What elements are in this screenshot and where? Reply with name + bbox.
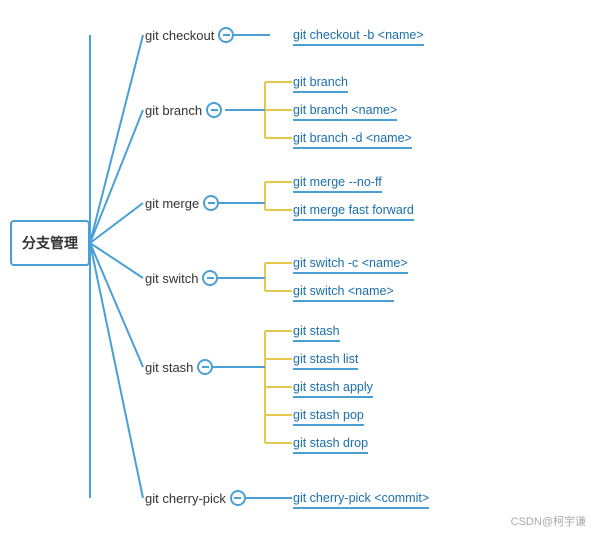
l1-cherry-label: git cherry-pick	[145, 491, 226, 506]
collapse-checkout[interactable]	[218, 27, 234, 43]
l2-stash-4: git stash pop	[293, 400, 364, 426]
l2-stash-2-label: git stash list	[293, 352, 358, 366]
l1-checkout-label: git checkout	[145, 28, 214, 43]
collapse-stash[interactable]	[197, 359, 213, 375]
l2-stash-5: git stash drop	[293, 428, 368, 454]
l2-stash-2: git stash list	[293, 344, 358, 370]
collapse-cherry[interactable]	[230, 490, 246, 506]
l1-cherry: git cherry-pick	[145, 483, 246, 513]
l2-switch-2-label: git switch <name>	[293, 284, 394, 298]
l2-branch-2: git branch <name>	[293, 95, 397, 121]
l2-branch-1: git branch	[293, 67, 348, 93]
l1-branch: git branch	[145, 95, 222, 125]
l2-cherry-1-label: git cherry-pick <commit>	[293, 491, 429, 505]
l2-switch-1-label: git switch -c <name>	[293, 256, 408, 270]
l2-stash-3-label: git stash apply	[293, 380, 373, 394]
mind-map: 分支管理 git checkout git branch git merge g…	[0, 0, 594, 537]
collapse-merge[interactable]	[203, 195, 219, 211]
l2-stash-1-label: git stash	[293, 324, 340, 338]
l1-stash: git stash	[145, 352, 213, 382]
l1-switch: git switch	[145, 263, 218, 293]
l2-merge-2-label: git merge fast forward	[293, 203, 414, 217]
l2-stash-3: git stash apply	[293, 372, 373, 398]
l2-switch-1: git switch -c <name>	[293, 248, 408, 274]
l2-checkout-b-label: git checkout -b <name>	[293, 28, 424, 42]
l2-merge-2: git merge fast forward	[293, 195, 414, 221]
watermark: CSDN@柯宇谦	[511, 513, 586, 529]
l2-branch-1-label: git branch	[293, 75, 348, 89]
l2-branch-3-label: git branch -d <name>	[293, 131, 412, 145]
l1-merge: git merge	[145, 188, 219, 218]
l2-merge-1: git merge --no-ff	[293, 167, 382, 193]
l2-checkout-b: git checkout -b <name>	[293, 20, 424, 46]
l2-merge-1-label: git merge --no-ff	[293, 175, 382, 189]
l2-switch-2: git switch <name>	[293, 276, 394, 302]
l1-checkout: git checkout	[145, 20, 234, 50]
l1-merge-label: git merge	[145, 196, 199, 211]
root-node: 分支管理	[10, 220, 90, 266]
l2-branch-3: git branch -d <name>	[293, 123, 412, 149]
collapse-switch[interactable]	[202, 270, 218, 286]
root-label: 分支管理	[22, 233, 78, 253]
l2-stash-1: git stash	[293, 316, 340, 342]
l1-switch-label: git switch	[145, 271, 198, 286]
l2-cherry-1: git cherry-pick <commit>	[293, 483, 429, 509]
l2-stash-5-label: git stash drop	[293, 436, 368, 450]
collapse-branch[interactable]	[206, 102, 222, 118]
l2-branch-2-label: git branch <name>	[293, 103, 397, 117]
l1-branch-label: git branch	[145, 103, 202, 118]
l1-stash-label: git stash	[145, 360, 193, 375]
l2-stash-4-label: git stash pop	[293, 408, 364, 422]
